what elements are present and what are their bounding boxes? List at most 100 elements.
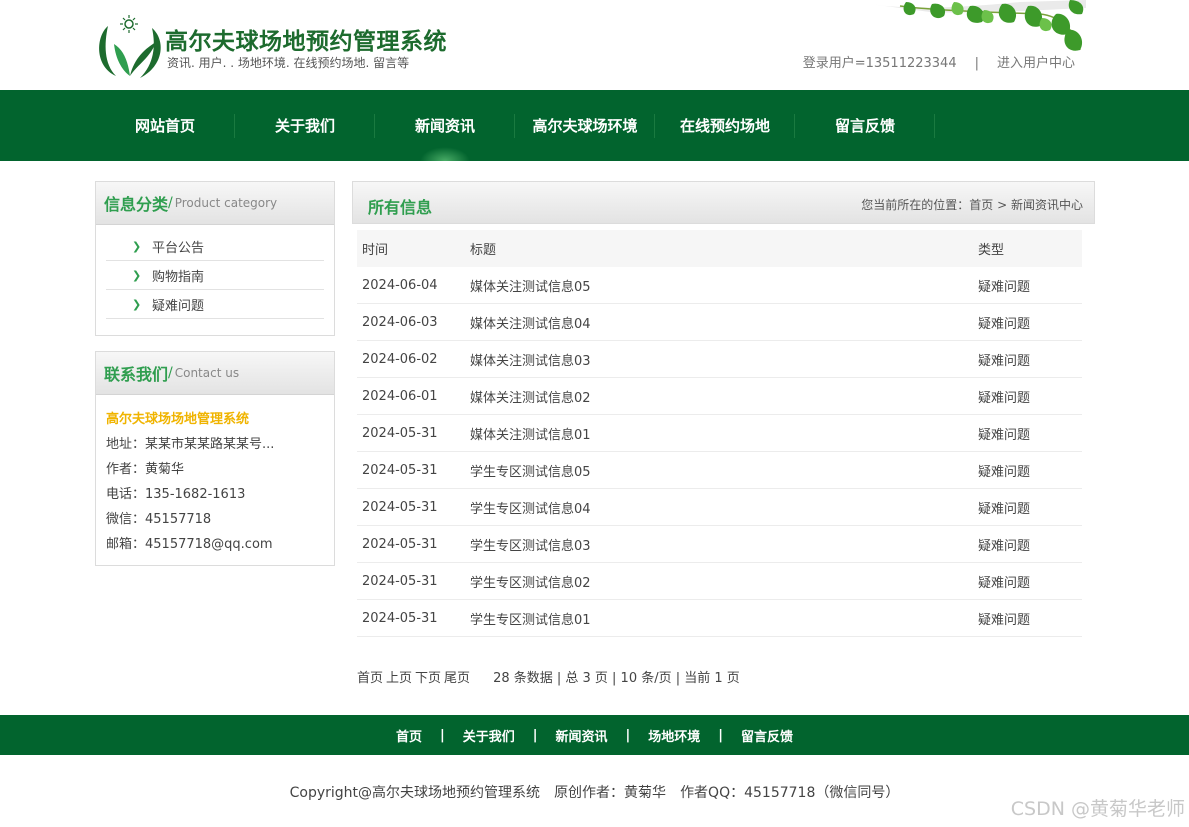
row-title-cell[interactable]: 媒体关注测试信息05	[465, 276, 973, 295]
nav-link-news[interactable]: 新闻资讯	[415, 115, 475, 136]
footer-link-home[interactable]: 首页	[396, 726, 422, 745]
footer-link-environment[interactable]: 场地环境	[648, 726, 700, 745]
row-type: 疑难问题	[978, 538, 1031, 554]
table-row[interactable]: 2024-06-04 媒体关注测试信息05 疑难问题	[357, 267, 1082, 304]
pager-info: 28 条数据 | 总 3 页 | 10 条/页 | 当前 1 页	[493, 671, 740, 686]
category-list: ❯ 平台公告 ❯ 购物指南 ❯ 疑难问题	[96, 225, 334, 319]
row-date-cell: 2024-05-31	[357, 426, 465, 441]
column-header-title: 标题	[470, 243, 497, 258]
contact-box: 联系我们 / Contact us 高尔夫球场场地管理系统 地址：某某市某某路某某号…	[95, 351, 335, 566]
footer-link-news[interactable]: 新闻资讯	[555, 726, 607, 745]
category-item[interactable]: ❯ 疑难问题	[106, 290, 324, 319]
row-title-cell[interactable]: 媒体关注测试信息01	[465, 424, 973, 443]
pager-first-link[interactable]: 首页	[357, 671, 383, 686]
footer-author: 原创作者：黄菊华	[554, 785, 667, 801]
site-title: 高尔夫球场地预约管理系统	[165, 29, 447, 55]
row-title-link[interactable]: 媒体关注测试信息02	[470, 391, 591, 406]
footer-link-feedback[interactable]: 留言反馈	[741, 726, 793, 745]
row-title-link[interactable]: 媒体关注测试信息04	[470, 317, 591, 332]
row-date-cell: 2024-05-31	[357, 574, 465, 589]
row-title-link[interactable]: 学生专区测试信息04	[470, 502, 591, 517]
row-type-cell: 疑难问题	[973, 572, 1082, 591]
row-date: 2024-05-31	[362, 573, 438, 589]
row-title-link[interactable]: 媒体关注测试信息05	[470, 280, 591, 295]
row-title-link[interactable]: 学生专区测试信息03	[470, 539, 591, 554]
breadcrumb-prefix: 您当前所在的位置：	[861, 198, 970, 212]
row-title-link[interactable]: 学生专区测试信息02	[470, 576, 591, 591]
row-type-cell: 疑难问题	[973, 313, 1082, 332]
nav-link-about[interactable]: 关于我们	[275, 115, 335, 136]
nav-item-environment[interactable]: 高尔夫球场环境	[515, 90, 655, 161]
nav-link-feedback[interactable]: 留言反馈	[835, 115, 895, 136]
chevron-right-icon: ❯	[132, 239, 142, 253]
nav-link-booking[interactable]: 在线预约场地	[680, 115, 770, 136]
category-item-label[interactable]: 平台公告	[152, 237, 204, 256]
pager-last-link[interactable]: 尾页	[444, 671, 470, 686]
footer-separator: |	[532, 727, 538, 743]
table-row[interactable]: 2024-05-31 学生专区测试信息05 疑难问题	[357, 452, 1082, 489]
category-item-label[interactable]: 购物指南	[152, 266, 204, 285]
contact-body: 高尔夫球场场地管理系统 地址：某某市某某路某某号... 作者：黄菊华 电话：13…	[96, 395, 334, 557]
footer-qq: 作者QQ：45157718（微信同号）	[680, 785, 900, 801]
nav-link-environment[interactable]: 高尔夫球场环境	[532, 115, 637, 136]
row-title-link[interactable]: 媒体关注测试信息01	[470, 428, 591, 443]
nav-item-news[interactable]: 新闻资讯	[375, 90, 515, 161]
table-row[interactable]: 2024-05-31 学生专区测试信息01 疑难问题	[357, 600, 1082, 637]
nav-item-feedback[interactable]: 留言反馈	[795, 90, 935, 161]
row-date: 2024-06-02	[362, 351, 438, 367]
table-row[interactable]: 2024-05-31 学生专区测试信息03 疑难问题	[357, 526, 1082, 563]
row-type-cell: 疑难问题	[973, 609, 1082, 628]
breadcrumb-home-link[interactable]: 首页	[969, 198, 993, 212]
row-title-link[interactable]: 媒体关注测试信息03	[470, 354, 591, 369]
table-row[interactable]: 2024-05-31 学生专区测试信息02 疑难问题	[357, 563, 1082, 600]
category-item-label[interactable]: 疑难问题	[152, 295, 204, 314]
row-title-cell[interactable]: 学生专区测试信息01	[465, 609, 973, 628]
leaf-sun-logo-icon[interactable]	[94, 14, 166, 82]
row-title-link[interactable]: 学生专区测试信息05	[470, 465, 591, 480]
nav-item-booking[interactable]: 在线预约场地	[655, 90, 795, 161]
category-item[interactable]: ❯ 平台公告	[106, 232, 324, 261]
footer-separator: |	[625, 727, 631, 743]
nav-item-home[interactable]: 网站首页	[95, 90, 235, 161]
row-type: 疑难问题	[978, 316, 1031, 332]
row-title-cell[interactable]: 学生专区测试信息05	[465, 461, 973, 480]
row-title-link[interactable]: 学生专区测试信息01	[470, 613, 591, 628]
row-title-cell[interactable]: 媒体关注测试信息04	[465, 313, 973, 332]
table-row[interactable]: 2024-06-01 媒体关注测试信息02 疑难问题	[357, 378, 1082, 415]
chevron-right-icon: ❯	[132, 268, 142, 282]
contact-title: 联系我们	[104, 365, 169, 384]
row-date: 2024-05-31	[362, 499, 438, 515]
category-item[interactable]: ❯ 购物指南	[106, 261, 324, 290]
breadcrumb-current[interactable]: 新闻资讯中心	[1011, 198, 1083, 212]
user-center-link[interactable]: 进入用户中心	[997, 56, 1075, 71]
row-type: 疑难问题	[978, 464, 1031, 480]
row-title-cell[interactable]: 学生专区测试信息04	[465, 498, 973, 517]
row-type: 疑难问题	[978, 501, 1031, 517]
pager-next-link[interactable]: 下页	[415, 671, 441, 686]
row-type: 疑难问题	[978, 427, 1031, 443]
table-row[interactable]: 2024-05-31 学生专区测试信息04 疑难问题	[357, 489, 1082, 526]
table-row[interactable]: 2024-06-02 媒体关注测试信息03 疑难问题	[357, 341, 1082, 378]
footer-nav: 首页 | 关于我们 | 新闻资讯 | 场地环境 | 留言反馈	[0, 715, 1189, 755]
main-header: 所有信息 您当前所在的位置：首页 > 新闻资讯中心	[352, 181, 1095, 224]
row-date-cell: 2024-05-31	[357, 537, 465, 552]
row-type: 疑难问题	[978, 279, 1031, 295]
pager-prev-link[interactable]: 上页	[386, 671, 412, 686]
row-type: 疑难问题	[978, 390, 1031, 406]
nav-item-about[interactable]: 关于我们	[235, 90, 375, 161]
footer-link-about[interactable]: 关于我们	[463, 726, 515, 745]
contact-wechat: 微信：45157718	[106, 512, 212, 527]
row-title-cell[interactable]: 学生专区测试信息03	[465, 535, 973, 554]
row-title-cell[interactable]: 学生专区测试信息02	[465, 572, 973, 591]
csdn-watermark: CSDN @黄菊华老师	[1010, 798, 1185, 820]
row-title-cell[interactable]: 媒体关注测试信息02	[465, 387, 973, 406]
news-table: 时间 标题 类型 2024-06-04 媒体关注测试信息05 疑难问题 2024-06…	[357, 230, 1082, 637]
main-title: 所有信息	[368, 198, 433, 217]
table-row[interactable]: 2024-06-03 媒体关注测试信息04 疑难问题	[357, 304, 1082, 341]
nav-link-home[interactable]: 网站首页	[135, 115, 195, 136]
table-header-row: 时间 标题 类型	[357, 230, 1082, 267]
row-title-cell[interactable]: 媒体关注测试信息03	[465, 350, 973, 369]
row-date: 2024-05-31	[362, 425, 438, 441]
table-row[interactable]: 2024-05-31 媒体关注测试信息01 疑难问题	[357, 415, 1082, 452]
breadcrumb-separator: >	[997, 198, 1008, 212]
